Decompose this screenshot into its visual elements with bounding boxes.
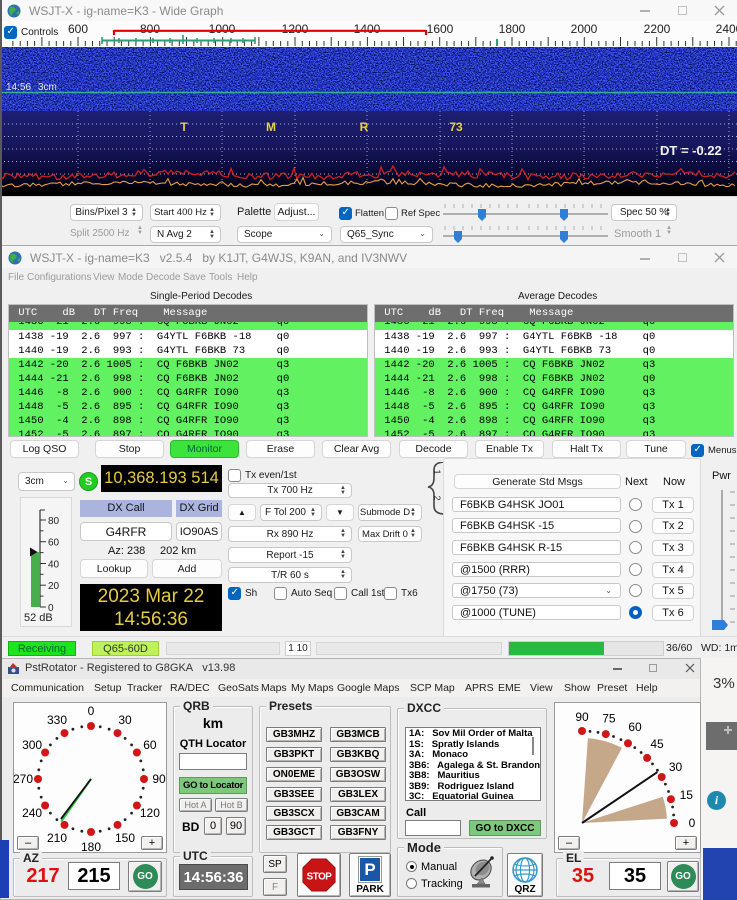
svg-text:15: 15 (680, 788, 694, 802)
svg-text:0: 0 (689, 816, 696, 830)
svg-text:1200: 1200 (282, 22, 309, 36)
svg-text:52 dB: 52 dB (24, 612, 53, 624)
svg-text:90: 90 (152, 772, 166, 786)
svg-text:1600: 1600 (427, 22, 454, 36)
svg-text:90: 90 (575, 710, 589, 724)
svg-text:R: R (360, 120, 369, 134)
svg-text:150: 150 (115, 831, 135, 845)
svg-text:20: 20 (48, 581, 60, 592)
svg-text:P: P (364, 860, 375, 879)
svg-text:1000: 1000 (209, 22, 236, 36)
svg-text:75: 75 (602, 712, 616, 726)
svg-text:T: T (180, 120, 188, 134)
svg-text:330: 330 (47, 713, 67, 727)
svg-text:800: 800 (140, 22, 160, 36)
svg-text:180: 180 (81, 840, 101, 852)
svg-text:300: 300 (22, 738, 42, 752)
svg-text:80: 80 (48, 516, 60, 527)
svg-text:14:56: 14:56 (6, 82, 31, 93)
svg-text:30: 30 (669, 760, 683, 774)
svg-text:120: 120 (140, 806, 160, 820)
svg-text:1400: 1400 (354, 22, 381, 36)
svg-text:DT = -0.22: DT = -0.22 (660, 143, 722, 158)
svg-text:1800: 1800 (499, 22, 526, 36)
svg-text:3cm: 3cm (38, 82, 57, 93)
svg-text:40: 40 (48, 560, 60, 571)
svg-text:60: 60 (143, 738, 157, 752)
svg-text:270: 270 (14, 772, 33, 786)
svg-text:2: 2 (432, 495, 442, 500)
svg-text:M: M (266, 120, 276, 134)
svg-text:210: 210 (47, 831, 67, 845)
svg-text:30: 30 (118, 713, 132, 727)
svg-text:60: 60 (48, 538, 60, 549)
svg-text:1: 1 (432, 469, 442, 474)
svg-text:STOP: STOP (307, 871, 333, 882)
svg-text:240: 240 (22, 806, 42, 820)
svg-text:45: 45 (650, 737, 664, 751)
svg-text:0: 0 (88, 704, 95, 718)
svg-text:73: 73 (449, 120, 463, 134)
svg-text:2000: 2000 (571, 22, 598, 36)
svg-text:2400: 2400 (716, 22, 737, 36)
svg-text:60: 60 (628, 720, 642, 734)
svg-text:600: 600 (68, 22, 88, 36)
svg-text:2200: 2200 (644, 22, 671, 36)
